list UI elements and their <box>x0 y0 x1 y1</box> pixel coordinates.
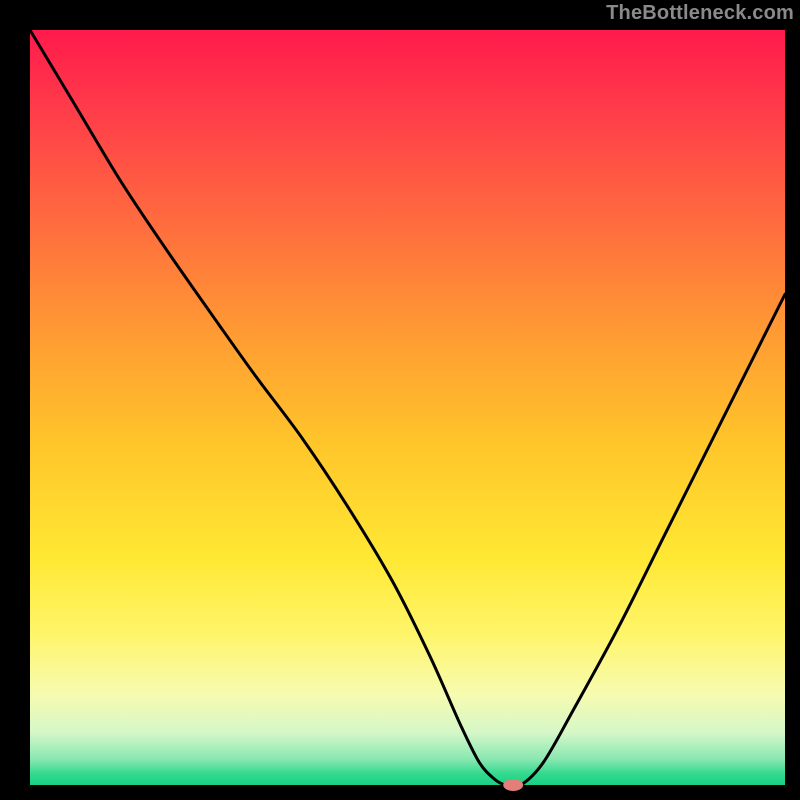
gradient-background <box>30 30 785 785</box>
watermark-label: TheBottleneck.com <box>606 2 794 25</box>
chart-container: TheBottleneck.com <box>0 0 800 800</box>
bottleneck-chart <box>0 0 800 800</box>
min-marker <box>503 779 523 791</box>
